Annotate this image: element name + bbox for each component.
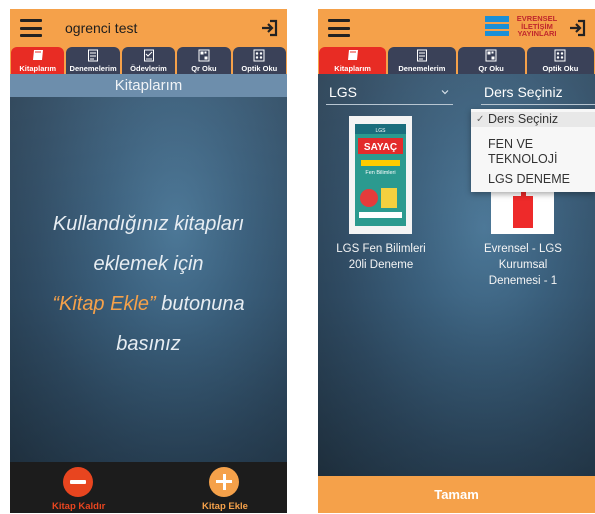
tab-optik-oku[interactable]: Optik Oku bbox=[232, 47, 287, 74]
course-select[interactable]: Ders Seçiniz bbox=[481, 79, 595, 105]
svg-text:LGS: LGS bbox=[375, 128, 386, 134]
tab-label: Denemelerim bbox=[398, 64, 446, 73]
hamburger-menu-icon[interactable] bbox=[20, 19, 42, 37]
page-title: Kitaplarım bbox=[10, 74, 287, 97]
check-icon: ✓ bbox=[476, 114, 485, 125]
dropdown-option[interactable]: ✓ Ders Seçiniz bbox=[471, 112, 595, 127]
book-title: Evrensel - LGS Kurumsal Denemesi - 1 bbox=[484, 243, 562, 287]
tab-qr-oku[interactable]: Qr Oku bbox=[457, 47, 525, 74]
message-line-rest: butonuna bbox=[155, 293, 245, 315]
tab-kitaplarim[interactable]: Kitaplarım bbox=[11, 47, 65, 74]
message-line: basınız bbox=[116, 333, 181, 355]
level-select-value: LGS bbox=[329, 84, 358, 100]
course-select-value: Ders Seçiniz bbox=[484, 84, 563, 100]
remove-book-label[interactable]: Kitap Kaldır bbox=[52, 501, 105, 512]
tab-bar: Kitaplarım Denemelerim Ödevlerim Qr Oku … bbox=[10, 47, 287, 74]
dropdown-option[interactable]: FEN VE TEKNOLOJİ bbox=[471, 137, 566, 167]
tab-label: Qr Oku bbox=[191, 64, 217, 73]
cover-subject: Fen Bilimleri bbox=[365, 170, 395, 176]
logout-icon[interactable] bbox=[567, 18, 587, 38]
tab-optik-oku[interactable]: Optik Oku bbox=[526, 47, 594, 74]
dropdown-option[interactable]: LGS DENEME bbox=[471, 172, 595, 187]
qr-icon bbox=[485, 49, 497, 62]
add-book-screen: EVRENSEL İLETİŞİM YAYINLARI Kitaplarım D… bbox=[318, 9, 595, 513]
tab-label: Optik Oku bbox=[542, 64, 579, 73]
add-book-label[interactable]: Kitap Ekle bbox=[202, 501, 248, 512]
hamburger-menu-icon[interactable] bbox=[328, 19, 350, 37]
message-line: eklemek için bbox=[93, 253, 204, 275]
tab-label: Kitaplarım bbox=[19, 64, 57, 73]
books-screen: ogrenci test Kitaplarım Denemelerim Ödev… bbox=[10, 9, 287, 513]
homework-icon bbox=[143, 49, 154, 62]
tab-label: Ödevlerim bbox=[130, 64, 167, 73]
qr-icon bbox=[198, 49, 210, 62]
book-cover: LGS SAYAÇ Fen Bilimleri bbox=[349, 116, 412, 234]
message-highlight: “Kitap Ekle” bbox=[52, 293, 156, 315]
logo-text: EVRENSEL İLETİŞİM YAYINLARI bbox=[516, 14, 558, 38]
tab-label: Kitaplarım bbox=[334, 64, 371, 73]
course-dropdown-menu: ✓ Ders Seçiniz FEN VE TEKNOLOJİ LGS DENE… bbox=[471, 109, 595, 192]
exam-icon bbox=[416, 49, 427, 62]
logo-mark bbox=[485, 16, 509, 36]
tab-label: Optik Oku bbox=[241, 64, 278, 73]
tab-odevlerim[interactable]: Ödevlerim bbox=[121, 47, 176, 74]
optic-icon bbox=[554, 49, 566, 62]
tab-denemelerim[interactable]: Denemelerim bbox=[388, 47, 456, 74]
exam-icon bbox=[88, 49, 99, 62]
level-select[interactable]: LGS bbox=[326, 79, 453, 105]
book-icon bbox=[32, 50, 43, 60]
user-name: ogrenci test bbox=[65, 20, 138, 36]
tab-kitaplarim[interactable]: Kitaplarım bbox=[319, 47, 387, 74]
tab-label: Denemelerim bbox=[69, 64, 117, 73]
book-cover-art: LGS SAYAÇ Fen Bilimleri bbox=[355, 124, 406, 226]
tab-bar: Kitaplarım Denemelerim Qr Oku Optik Oku bbox=[318, 47, 595, 74]
message-line: “Kitap Ekle” butonuna bbox=[20, 284, 277, 324]
tab-denemelerim[interactable]: Denemelerim bbox=[66, 47, 120, 74]
tab-label: Qr Oku bbox=[478, 64, 504, 73]
tab-qr-oku[interactable]: Qr Oku bbox=[177, 47, 231, 74]
remove-book-button[interactable] bbox=[63, 467, 93, 497]
book-icon bbox=[347, 50, 358, 60]
message-line: Kullandığınız kitapları bbox=[52, 213, 245, 235]
chevron-down-icon bbox=[441, 90, 449, 95]
cover-brand: SAYAÇ bbox=[364, 142, 397, 153]
logout-icon[interactable] bbox=[259, 18, 279, 38]
top-bar: ogrenci test bbox=[10, 9, 287, 47]
add-book-button[interactable] bbox=[209, 467, 239, 497]
confirm-button[interactable]: Tamam bbox=[318, 476, 595, 513]
top-bar: EVRENSEL İLETİŞİM YAYINLARI bbox=[318, 9, 595, 47]
book-title: LGS Fen Bilimleri 20li Deneme bbox=[336, 243, 426, 271]
empty-state-message: Kullandığınız kitapları eklemek için “Ki… bbox=[20, 204, 277, 364]
brand-logo: EVRENSEL İLETİŞİM YAYINLARI bbox=[485, 11, 565, 43]
optic-icon bbox=[253, 49, 265, 62]
bottom-action-bar: Kitap Kaldır Kitap Ekle bbox=[10, 462, 287, 513]
